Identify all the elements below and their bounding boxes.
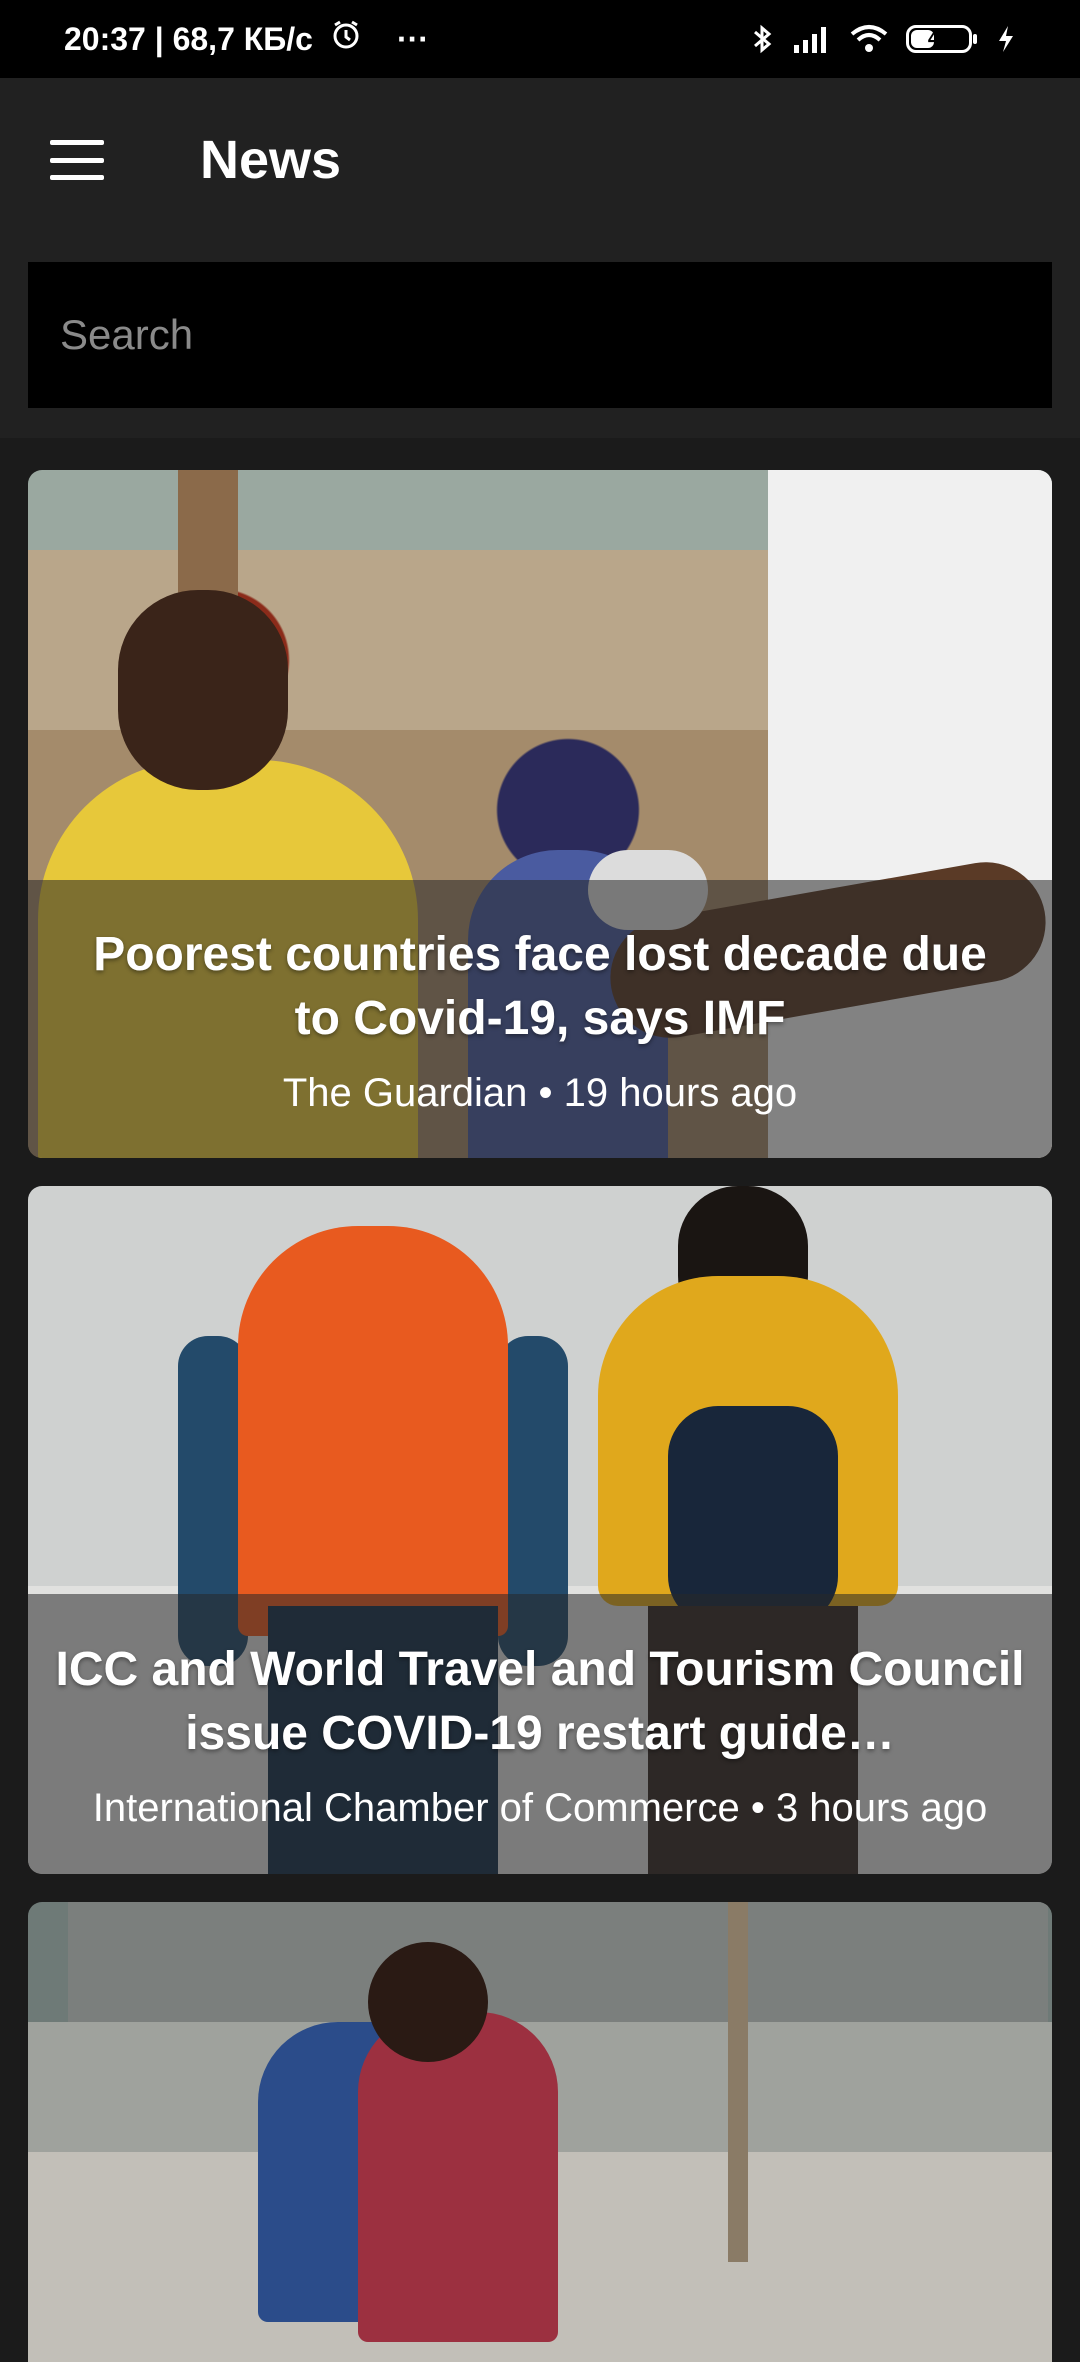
app-bar: News	[0, 78, 1080, 242]
status-right: 41	[750, 23, 1016, 55]
wifi-icon	[850, 24, 888, 54]
news-caption-1: Poorest countries face lost decade due t…	[28, 880, 1052, 1158]
status-bar: 20:37 | 68,7 КБ/с ··· 41	[0, 0, 1080, 78]
news-image-3	[28, 1902, 1052, 2362]
news-title-1: Poorest countries face lost decade due t…	[93, 927, 987, 1045]
menu-icon[interactable]	[50, 140, 104, 180]
battery-level: 41	[927, 27, 951, 50]
page-title: News	[200, 130, 342, 190]
search-bar	[0, 242, 1080, 438]
news-card-2[interactable]: ICC and World Travel and Tourism Council…	[28, 1186, 1052, 1874]
battery-icon: 41	[906, 25, 977, 53]
news-caption-2: ICC and World Travel and Tourism Council…	[28, 1594, 1052, 1874]
status-time-speed: 20:37 | 68,7 КБ/с	[64, 20, 313, 57]
more-notifications-icon: ···	[396, 20, 429, 57]
bluetooth-icon	[750, 23, 774, 55]
signal-icon	[792, 25, 832, 53]
news-meta-2: International Chamber of Commerce • 3 ho…	[92, 1785, 988, 1830]
news-card-3[interactable]	[28, 1902, 1052, 2362]
alarm-icon	[331, 20, 361, 58]
news-meta-1: The Guardian • 19 hours ago	[282, 1070, 798, 1115]
charging-icon	[996, 24, 1016, 54]
news-card-1[interactable]: Poorest countries face lost decade due t…	[28, 470, 1052, 1158]
status-left: 20:37 | 68,7 КБ/с ···	[64, 20, 429, 58]
search-input[interactable]	[28, 262, 1052, 408]
news-title-2: ICC and World Travel and Tourism Council…	[55, 1642, 1025, 1760]
